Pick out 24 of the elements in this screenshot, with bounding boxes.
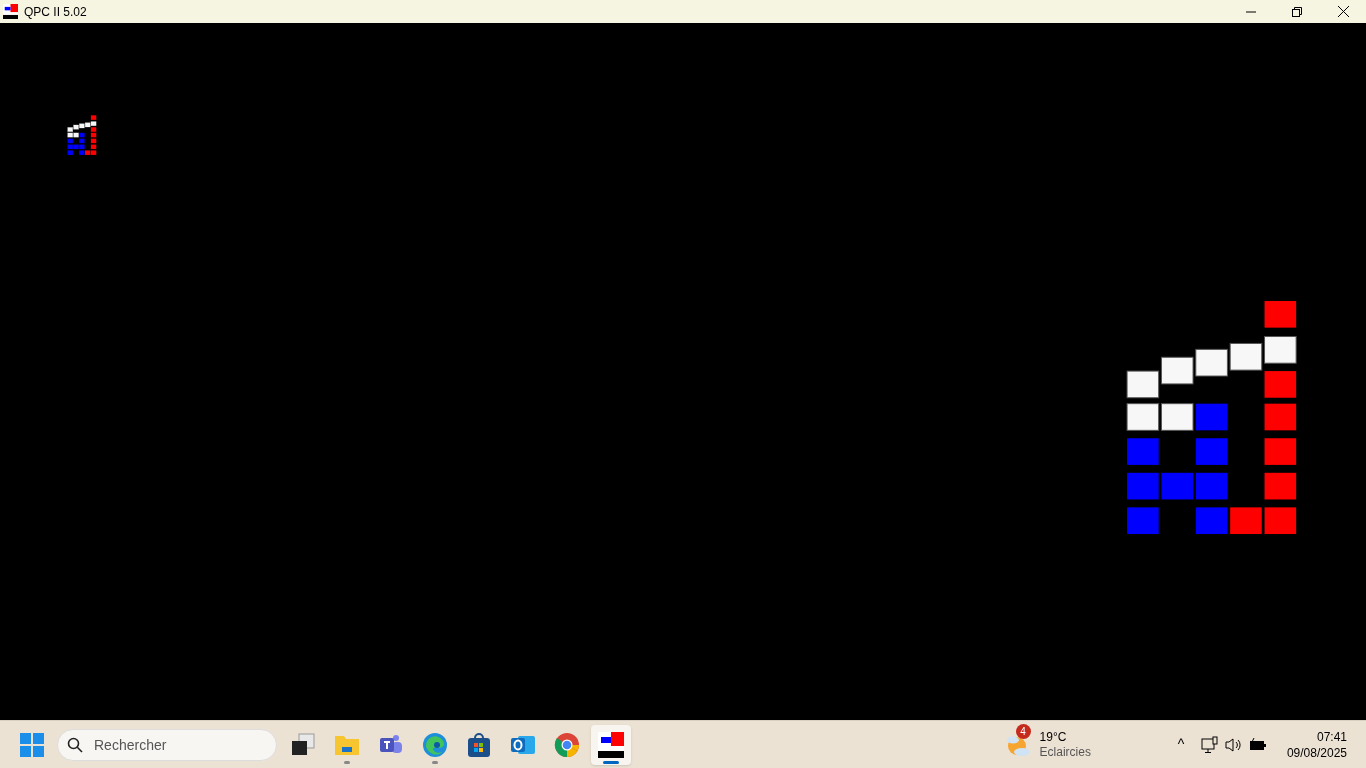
network-icon (1200, 735, 1219, 754)
window-title: QPC II 5.02 (24, 3, 87, 21)
swirl-icon (422, 731, 448, 758)
notification-badge: 4 (1015, 723, 1031, 739)
search-field[interactable]: Rechercher (57, 728, 277, 761)
browser-ball-icon (554, 731, 580, 758)
start-button[interactable] (20, 732, 44, 757)
overlapping-windows-icon (290, 732, 316, 757)
small-block-logo-drawing (67, 115, 97, 156)
app-logo-icon (3, 4, 18, 19)
show-hidden-icons-button[interactable]: ^ (1170, 734, 1191, 755)
temperature-text: 19°C (1039, 729, 1068, 745)
battery-icon (1248, 737, 1267, 752)
search-icon (67, 736, 83, 753)
shopping-bag-icon (467, 731, 491, 758)
weather-condition-text: Eclaircies (1039, 744, 1091, 760)
app-logo-icon (598, 731, 624, 758)
close-icon (1337, 6, 1349, 17)
clock-time: 07:41 (1316, 728, 1347, 745)
folder-icon (334, 733, 360, 756)
clock-date: 09/08/2025 (1286, 744, 1347, 761)
speaker-icon (1224, 736, 1243, 753)
taskbar-app-button[interactable] (591, 724, 631, 765)
restore-icon (1292, 6, 1302, 17)
